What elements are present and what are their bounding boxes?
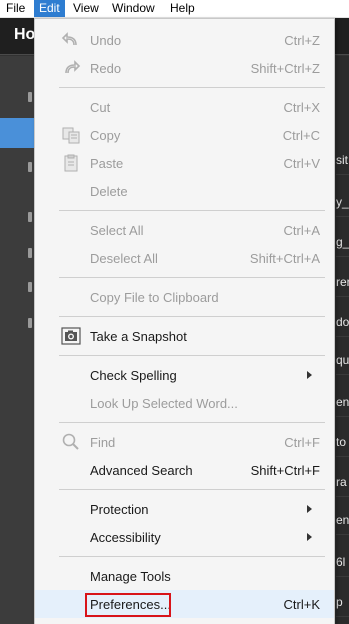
- menu-window[interactable]: Window: [107, 0, 160, 17]
- menu-item-shortcut: Ctrl+Z: [284, 33, 320, 48]
- paste-icon: [64, 154, 78, 172]
- menu-item-shortcut: Shift+Ctrl+Z: [250, 61, 320, 76]
- file-list-row[interactable]: ra: [336, 468, 349, 497]
- menu-item-find[interactable]: Find Ctrl+F: [35, 428, 334, 456]
- menu-item-select-all[interactable]: Select All Ctrl+A: [35, 216, 334, 244]
- menu-item-shortcut: Ctrl+K: [283, 597, 320, 612]
- camera-icon: [61, 327, 81, 345]
- menu-item-label: Deselect All: [90, 251, 158, 266]
- menu-item-shortcut: Shift+Ctrl+A: [249, 251, 320, 266]
- menu-separator: [59, 422, 325, 423]
- menu-item-label: Redo: [90, 61, 122, 76]
- menu-item-shortcut: Ctrl+X: [283, 100, 320, 115]
- file-list-column: [336, 56, 349, 624]
- search-icon: [62, 433, 79, 450]
- file-list-row[interactable]: p: [336, 588, 349, 617]
- menu-item-shortcut: Shift+Ctrl+F: [250, 463, 320, 478]
- menu-separator: [59, 489, 325, 490]
- menu-item-shortcut: Ctrl+A: [283, 223, 320, 238]
- menu-separator: [59, 316, 325, 317]
- menu-separator: [59, 277, 325, 278]
- menu-help[interactable]: Help: [165, 0, 200, 17]
- menu-item-label: Copy File to Clipboard: [90, 290, 219, 305]
- menu-item-label: Paste: [90, 156, 124, 171]
- menu-item-label: Take a Snapshot: [90, 329, 187, 344]
- menu-item-preferences[interactable]: Preferences... Ctrl+K: [35, 590, 334, 618]
- file-list-row[interactable]: y_: [336, 188, 349, 217]
- file-list-row[interactable]: 6l: [336, 548, 349, 577]
- left-panel-marker: [28, 92, 32, 102]
- menu-item-protection[interactable]: Protection: [35, 495, 334, 523]
- file-list-row[interactable]: do: [336, 308, 349, 337]
- menu-item-manage-tools[interactable]: Manage Tools: [35, 562, 334, 590]
- menu-item-label: Cut: [90, 100, 111, 115]
- menu-separator: [59, 556, 325, 557]
- menu-item-label: Protection: [90, 502, 149, 517]
- menu-item-label: Copy: [90, 128, 121, 143]
- menu-item-label: Accessibility: [90, 530, 161, 545]
- menu-separator: [59, 355, 325, 356]
- screen: Ho sit y_ g_ ren do qu en to ra en 6l p …: [0, 0, 349, 624]
- file-list-row[interactable]: en: [336, 388, 349, 417]
- preferences-highlight-box: [85, 593, 171, 617]
- menu-item-label: Select All: [90, 223, 144, 238]
- menu-item-accessibility[interactable]: Accessibility: [35, 523, 334, 551]
- menu-bar: File Edit View Window Help: [0, 0, 349, 18]
- submenu-arrow-icon: [307, 533, 312, 541]
- undo-icon: [61, 32, 77, 46]
- file-list-row[interactable]: g_: [336, 228, 349, 257]
- menu-item-shortcut: Ctrl+V: [283, 156, 320, 171]
- edit-menu-dropdown: Undo Ctrl+Z Redo Shift+Ctrl+Z Cut Ctrl+X: [34, 18, 335, 624]
- menu-item-copy[interactable]: Copy Ctrl+C: [35, 121, 334, 149]
- menu-item-cut[interactable]: Cut Ctrl+X: [35, 93, 334, 121]
- left-panel-marker: [28, 162, 32, 172]
- file-list-row[interactable]: ren: [336, 268, 349, 297]
- menu-item-label: Undo: [90, 33, 122, 48]
- menu-item-delete[interactable]: Delete: [35, 177, 334, 205]
- menu-separator: [59, 210, 325, 211]
- menu-item-label: Manage Tools: [90, 569, 171, 584]
- menu-item-label: Advanced Search: [90, 463, 193, 478]
- menu-separator: [59, 87, 325, 88]
- menu-view[interactable]: View: [68, 0, 104, 17]
- menu-file[interactable]: File: [1, 0, 30, 17]
- menu-item-shortcut: Ctrl+F: [284, 435, 320, 450]
- menu-item-label: Look Up Selected Word...: [90, 396, 238, 411]
- menu-item-redo[interactable]: Redo Shift+Ctrl+Z: [35, 54, 334, 82]
- menu-item-check-spelling[interactable]: Check Spelling: [35, 361, 334, 389]
- left-panel-marker: [28, 282, 32, 292]
- file-list-row[interactable]: qu: [336, 346, 349, 375]
- left-panel-marker: [28, 318, 32, 328]
- menu-edit[interactable]: Edit: [34, 0, 65, 17]
- menu-item-undo[interactable]: Undo Ctrl+Z: [35, 26, 334, 54]
- menu-item-label: Find: [90, 435, 116, 450]
- left-panel-selected-item[interactable]: [0, 118, 34, 148]
- file-list-row[interactable]: en: [336, 506, 349, 535]
- menu-item-paste[interactable]: Paste Ctrl+V: [35, 149, 334, 177]
- left-panel-marker: [28, 212, 32, 222]
- redo-icon: [65, 60, 81, 74]
- menu-item-shortcut: Ctrl+C: [282, 128, 320, 143]
- tab-home[interactable]: Ho: [14, 26, 35, 44]
- submenu-arrow-icon: [307, 371, 312, 379]
- submenu-arrow-icon: [307, 505, 312, 513]
- menu-item-take-snapshot[interactable]: Take a Snapshot: [35, 322, 334, 350]
- menu-item-copy-file-to-clipboard[interactable]: Copy File to Clipboard: [35, 283, 334, 311]
- menu-item-advanced-search[interactable]: Advanced Search Shift+Ctrl+F: [35, 456, 334, 484]
- file-list-row[interactable]: sit: [336, 146, 349, 175]
- menu-item-look-up-word[interactable]: Look Up Selected Word...: [35, 389, 334, 417]
- file-list-row[interactable]: to: [336, 428, 349, 457]
- left-panel-marker: [28, 248, 32, 258]
- copy-icon: [62, 127, 80, 144]
- menu-item-label: Delete: [90, 184, 128, 199]
- menu-item-deselect-all[interactable]: Deselect All Shift+Ctrl+A: [35, 244, 334, 272]
- menu-item-label: Check Spelling: [90, 368, 177, 383]
